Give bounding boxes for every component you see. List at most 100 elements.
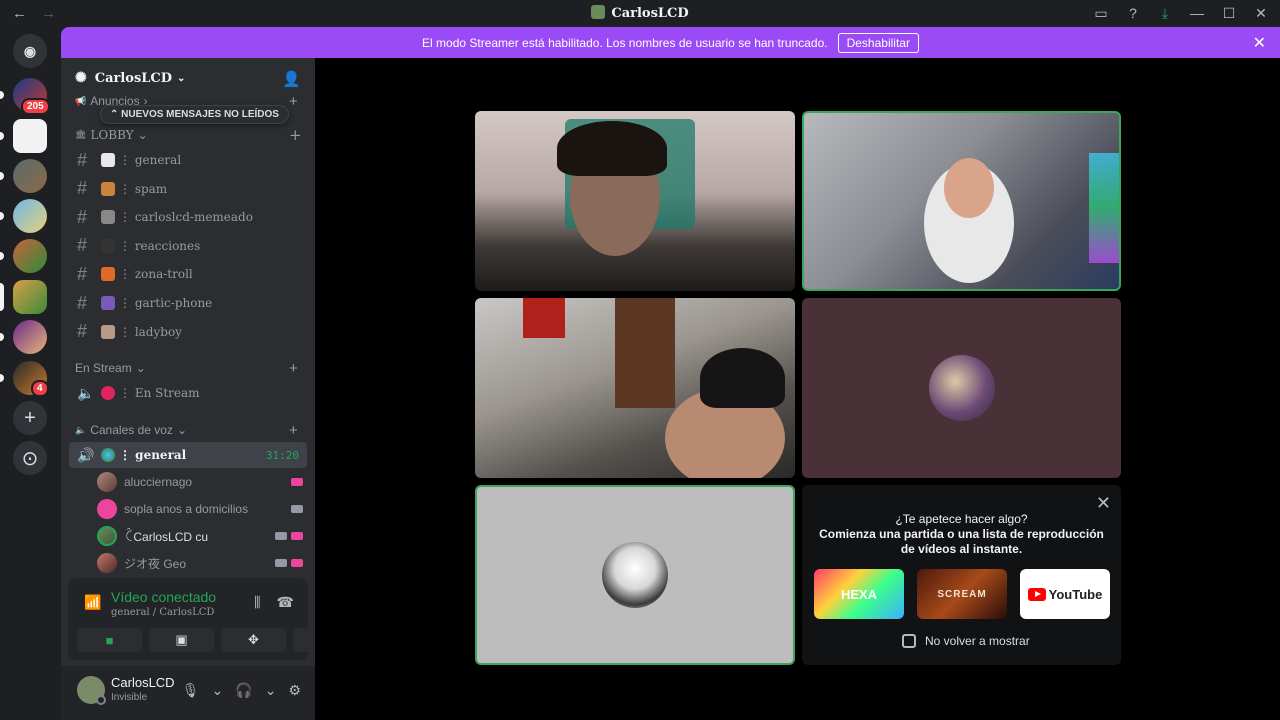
- activity-youtube[interactable]: YouTube: [1020, 569, 1110, 619]
- chevron-down-icon[interactable]: ⌄: [265, 682, 277, 699]
- server-item[interactable]: [0, 119, 47, 153]
- headphones-icon[interactable]: 🎧: [235, 682, 252, 699]
- text-channel[interactable]: # ⋮ general: [69, 147, 307, 173]
- noise-suppression-icon[interactable]: ⫼: [254, 594, 260, 611]
- speaker-icon: 🔈: [77, 384, 95, 401]
- close-window-icon[interactable]: ✕: [1252, 4, 1270, 22]
- text-channel[interactable]: # ⋮ zona-troll: [69, 261, 307, 287]
- channel-emoji-icon: [101, 153, 115, 167]
- add-channel-icon[interactable]: +: [289, 360, 298, 377]
- activity-hexa[interactable]: HEXA: [814, 569, 904, 619]
- participant-avatar: [928, 355, 995, 421]
- voice-user[interactable]: ジオ夜 Geo: [97, 551, 307, 575]
- video-tile[interactable]: [475, 298, 795, 478]
- microphone-icon[interactable]: 🎙: [182, 682, 200, 699]
- category-lobby[interactable]: 🏛 LOBBY ⌄ +: [75, 126, 302, 144]
- channel-emoji-icon: [101, 210, 115, 225]
- compass-icon: ⊙: [21, 447, 39, 470]
- text-channel[interactable]: # ⋮ reacciones: [69, 233, 307, 259]
- channel-name: ⋮ ladyboy: [119, 324, 182, 339]
- server-item[interactable]: [0, 320, 47, 354]
- chevron-down-icon[interactable]: ⌄: [212, 682, 224, 699]
- avatar: [97, 499, 117, 519]
- server-icon: [591, 5, 606, 19]
- mention-badge: 205: [21, 98, 50, 115]
- camera-icon: [275, 532, 287, 540]
- text-channel[interactable]: # ⋮ gartic-phone: [69, 290, 307, 316]
- youtube-play-icon: [1027, 587, 1046, 601]
- unread-indicator: [0, 172, 4, 180]
- add-channel-icon[interactable]: +: [289, 126, 302, 144]
- settings-gear-icon[interactable]: ⚙: [288, 682, 301, 699]
- minimize-icon[interactable]: —: [1188, 4, 1206, 22]
- inbox-icon[interactable]: ▭: [1092, 4, 1110, 22]
- download-icon[interactable]: ⤓: [1156, 4, 1174, 22]
- signal-icon[interactable]: 📶: [84, 594, 101, 611]
- hash-icon: #: [77, 149, 88, 170]
- voice-channel-general[interactable]: 🔊 ⋮ general 31:20: [69, 442, 307, 468]
- server-item[interactable]: [0, 239, 47, 273]
- activities-button[interactable]: ✥: [221, 628, 286, 652]
- server-item[interactable]: [0, 199, 47, 233]
- username[interactable]: CarlosLCD: [111, 675, 175, 690]
- add-channel-icon[interactable]: +: [289, 93, 298, 110]
- voice-user[interactable]: sopla anos a domicilios: [97, 497, 307, 521]
- disconnect-icon[interactable]: ☎: [277, 594, 294, 611]
- text-channel[interactable]: # ⋮ carloslcd-memeado: [69, 204, 307, 230]
- close-banner-icon[interactable]: ✕: [1253, 33, 1266, 53]
- discover-button[interactable]: ⊙: [13, 441, 47, 475]
- megaphone-icon: 📢: [75, 95, 87, 106]
- voice-user[interactable]: alucciernago: [97, 470, 307, 494]
- chevron-down-icon: ⌄: [176, 423, 187, 437]
- stage-channel-en-stream[interactable]: 🔈 ⋮ En Stream: [69, 380, 307, 406]
- unread-indicator: [0, 374, 4, 382]
- activity-prompt: ¿Te apetece hacer algo? Comienza una par…: [819, 512, 1104, 556]
- voice-user[interactable]: ꉓCarlosLCD cu: [97, 524, 307, 548]
- text-channel[interactable]: # ⋮ spam: [69, 176, 307, 202]
- new-unread-messages-pill[interactable]: ⌃ NUEVOS MENSAJES NO LEÍDOS: [100, 105, 289, 124]
- category-en-stream[interactable]: En Stream ⌄ +: [75, 360, 298, 377]
- text-channel[interactable]: # ⋮ ladyboy: [69, 319, 307, 345]
- title-actions: ▭ ? ⤓ — ☐ ✕: [1092, 4, 1270, 22]
- channel-name: ⋮ general: [119, 153, 182, 167]
- voice-location[interactable]: general / CarlosLCD: [111, 607, 214, 618]
- server-item[interactable]: [0, 159, 47, 193]
- red-cloth: [523, 298, 565, 338]
- video-tile[interactable]: [475, 111, 795, 291]
- stream-icon: [291, 532, 303, 540]
- chevron-down-icon: ⌄: [135, 361, 146, 375]
- video-tile-avatar[interactable]: [802, 298, 1121, 478]
- video-tile-speaking[interactable]: [802, 111, 1121, 291]
- voice-status[interactable]: Vídeo conectado: [111, 589, 216, 605]
- camera-toggle-button[interactable]: ■: [77, 628, 142, 652]
- screen-share-button[interactable]: ▣: [149, 628, 214, 652]
- checkbox[interactable]: [902, 634, 916, 648]
- video-tile-avatar-speaking[interactable]: [475, 485, 795, 665]
- door: [615, 298, 675, 408]
- video-grid: ✕ ¿Te apetece hacer algo? Comienza una p…: [315, 58, 1280, 720]
- add-channel-icon[interactable]: +: [289, 422, 298, 439]
- server-header[interactable]: ✺ CarlosLCD ⌄ 👤: [61, 58, 315, 98]
- activity-scream[interactable]: SCREAM: [917, 569, 1007, 619]
- channel-emoji-icon: [101, 267, 115, 282]
- invite-user-icon[interactable]: 👤: [282, 70, 301, 88]
- disable-streamer-button[interactable]: Deshabilitar: [837, 32, 919, 53]
- server-item-active[interactable]: [0, 280, 47, 314]
- server-item[interactable]: 4: [0, 361, 49, 397]
- help-icon[interactable]: ?: [1124, 4, 1142, 22]
- streamer-mode-banner: El modo Streamer está habilitado. Los no…: [61, 27, 1280, 58]
- stream-icon: [291, 559, 303, 567]
- channel-emoji-icon: [101, 324, 115, 339]
- mention-badge: 4: [31, 380, 49, 397]
- channel-name: ⋮ gartic-phone: [119, 296, 213, 310]
- activity-rocket-icon: ✥: [248, 632, 259, 647]
- hair: [557, 121, 667, 176]
- category-canales-de-voz[interactable]: 🔈 Canales de voz ⌄ +: [75, 422, 298, 439]
- server-item[interactable]: 205: [0, 78, 50, 115]
- add-server-button[interactable]: +: [13, 401, 47, 435]
- close-icon[interactable]: ✕: [1096, 493, 1111, 514]
- dont-show-again[interactable]: No volver a mostrar: [902, 634, 1030, 648]
- maximize-icon[interactable]: ☐: [1220, 4, 1238, 22]
- channel-sidebar: ✺ CarlosLCD ⌄ 👤 📢 Anuncios › + ⌃ NUEVOS …: [61, 58, 358, 720]
- direct-messages-button[interactable]: ◉: [13, 34, 47, 68]
